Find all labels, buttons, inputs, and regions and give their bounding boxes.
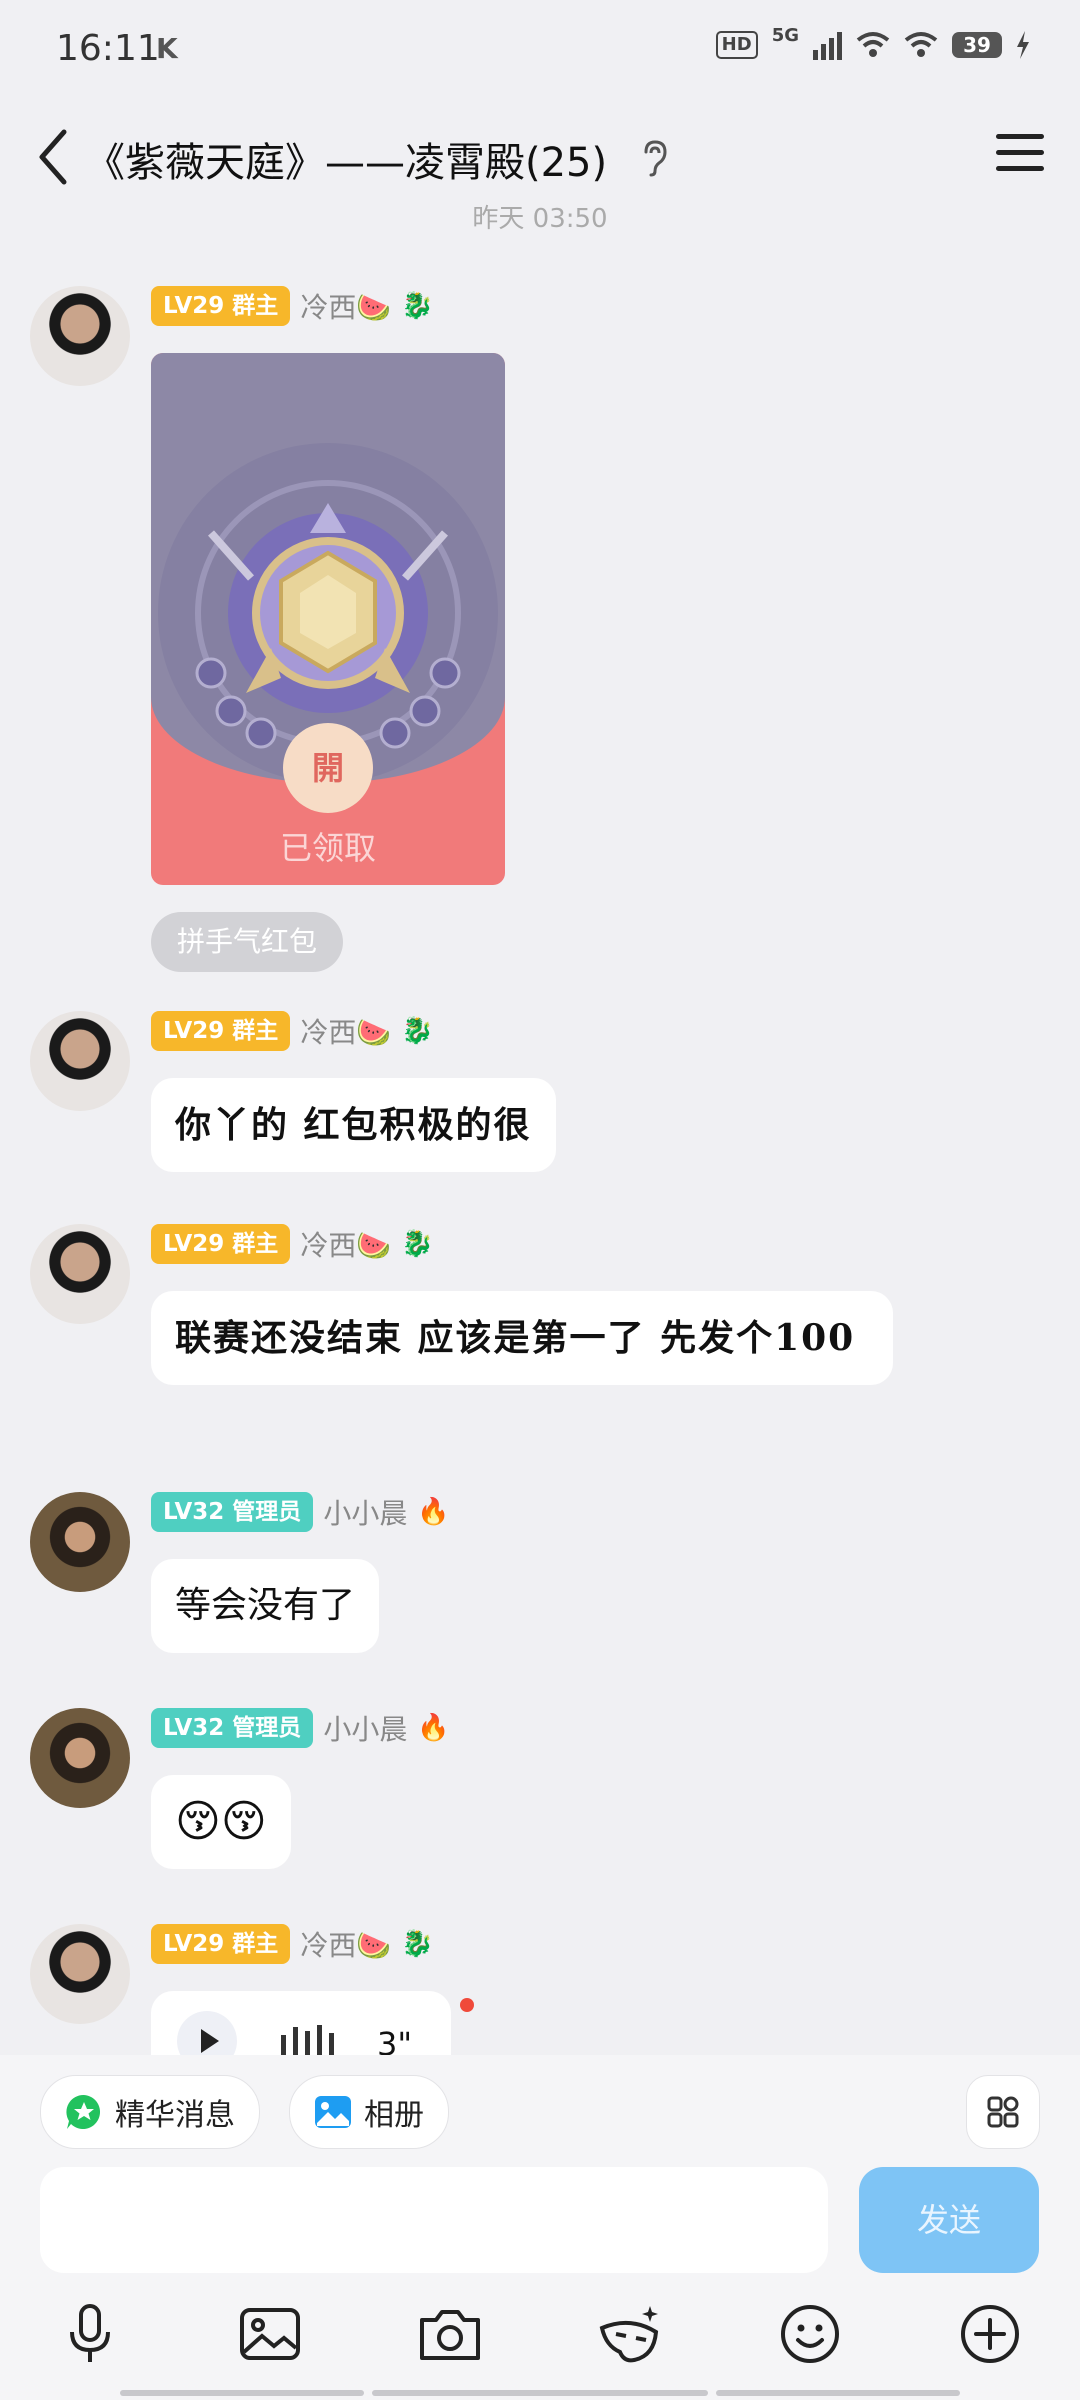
dragon-icon: 🐉 <box>401 1929 434 1959</box>
album-button[interactable]: 相册 <box>289 2075 449 2149</box>
microphone-icon[interactable] <box>54 2298 126 2370</box>
network-label: 5G <box>771 24 799 46</box>
send-button[interactable]: 发送 <box>859 2167 1039 2273</box>
message-item: LV29 群主 冷西🍉 🐉 3" <box>0 1924 1080 2055</box>
message-item: LV29 群主 冷西🍉 🐉 联赛还没结束 应该是第一了 先发个100 <box>0 1224 1080 1454</box>
level-badge: LV32 管理员 <box>151 1492 314 1532</box>
red-packet-cover <box>151 353 505 783</box>
avatar[interactable] <box>30 1924 130 2024</box>
sender-meta: LV29 群主 冷西🍉 🐉 <box>151 1224 434 1264</box>
voice-message[interactable]: 3" <box>151 1991 451 2055</box>
input-area: 精华消息 相册 发送 <box>0 2055 1080 2400</box>
level-badge: LV29 群主 <box>151 286 291 326</box>
essence-messages-button[interactable]: 精华消息 <box>40 2075 260 2149</box>
unread-dot <box>460 1998 474 2012</box>
sender-name[interactable]: 冷西🍉 <box>300 1924 391 1964</box>
avatar[interactable] <box>30 286 130 386</box>
message-input[interactable] <box>40 2167 828 2273</box>
trophy-emblem-icon <box>158 443 498 783</box>
star-chat-icon <box>66 2094 101 2129</box>
packet-type-tag: 拼手气红包 <box>151 912 344 972</box>
album-icon <box>315 2096 351 2128</box>
flame-icon: 🔥 <box>417 1713 450 1743</box>
avatar[interactable] <box>30 1224 130 1324</box>
message-bubble[interactable]: 你丫的 红包积极的很 <box>151 1078 556 1172</box>
gesture-bar <box>716 2390 960 2396</box>
gesture-bar <box>372 2390 708 2396</box>
level-badge: LV29 群主 <box>151 1924 291 1964</box>
sender-meta: LV32 管理员 小小晨 🔥 <box>151 1708 450 1748</box>
sender-meta: LV29 群主 冷西🍉 🐉 <box>151 286 434 326</box>
red-packet[interactable]: 開 已领取 <box>151 353 505 885</box>
sender-meta: LV32 管理员 小小晨 🔥 <box>151 1492 450 1532</box>
charging-icon <box>1017 31 1029 59</box>
dragon-icon: 🐉 <box>401 1229 434 1259</box>
level-badge: LV29 群主 <box>151 1224 291 1264</box>
status-icons: HD 5G 39 <box>715 25 1030 60</box>
wifi-icon <box>856 32 890 57</box>
message-item: LV29 群主 冷西🍉 🐉 開 已领取 拼手气红包 <box>0 286 1080 986</box>
sender-name[interactable]: 冷西🍉 <box>300 1011 391 1051</box>
group-title[interactable]: 《紫薇天庭》——凌霄殿(25) <box>85 130 607 188</box>
avatar[interactable] <box>30 1011 130 1111</box>
sender-meta: LV29 群主 冷西🍉 🐉 <box>151 1011 434 1051</box>
signal-icon <box>813 30 842 60</box>
sender-name[interactable]: 小小晨 <box>323 1708 407 1748</box>
sender-name[interactable]: 冷西🍉 <box>300 1224 391 1264</box>
sender-name[interactable]: 小小晨 <box>323 1492 407 1532</box>
message-bubble[interactable]: 😚😚 <box>151 1775 291 1869</box>
message-item: LV32 管理员 小小晨 🔥 😚😚 <box>0 1708 1080 1878</box>
level-badge: LV29 群主 <box>151 1011 291 1051</box>
plus-icon[interactable] <box>954 2298 1026 2370</box>
carrier-icon: K <box>156 32 178 65</box>
packet-status: 已领取 <box>279 829 376 867</box>
open-packet-button[interactable]: 開 <box>283 723 373 813</box>
waveform-icon <box>281 2025 334 2055</box>
sender-name[interactable]: 冷西🍉 <box>300 286 391 326</box>
essence-label: 精华消息 <box>115 2098 235 2133</box>
image-icon[interactable] <box>234 2298 306 2370</box>
flame-icon: 🔥 <box>417 1497 450 1527</box>
play-icon[interactable] <box>177 2011 237 2055</box>
ear-icon[interactable] <box>638 138 670 178</box>
back-arrow-icon[interactable] <box>30 122 80 192</box>
hd-icon: HD <box>715 31 758 59</box>
message-item: LV29 群主 冷西🍉 🐉 你丫的 红包积极的很 <box>0 1011 1080 1181</box>
status-time: 16:11 <box>56 28 160 69</box>
apps-grid-button[interactable] <box>966 2075 1040 2149</box>
chat-timestamp: 昨天 03:50 <box>472 204 608 234</box>
grid-icon <box>987 2096 1019 2128</box>
gesture-bar <box>120 2390 364 2396</box>
status-bar: 16:11 K HD 5G 39 <box>0 0 1080 100</box>
mask-effect-icon[interactable] <box>594 2298 666 2370</box>
message-bubble[interactable]: 等会没有了 <box>151 1559 380 1653</box>
voice-duration: 3" <box>377 2025 413 2055</box>
emoji-icon[interactable] <box>774 2298 846 2370</box>
menu-icon[interactable] <box>996 130 1046 174</box>
wifi-icon-2 <box>904 32 938 57</box>
level-badge: LV32 管理员 <box>151 1708 314 1748</box>
album-label: 相册 <box>364 2098 424 2133</box>
camera-icon[interactable] <box>414 2298 486 2370</box>
avatar[interactable] <box>30 1708 130 1808</box>
dragon-icon: 🐉 <box>401 1016 434 1046</box>
dragon-icon: 🐉 <box>401 291 434 321</box>
battery-icon: 39 <box>952 32 1002 58</box>
message-item: LV32 管理员 小小晨 🔥 等会没有了 <box>0 1492 1080 1662</box>
message-bubble[interactable]: 联赛还没结束 应该是第一了 先发个100 <box>151 1291 893 1385</box>
avatar[interactable] <box>30 1492 130 1592</box>
sender-meta: LV29 群主 冷西🍉 🐉 <box>151 1924 434 1964</box>
